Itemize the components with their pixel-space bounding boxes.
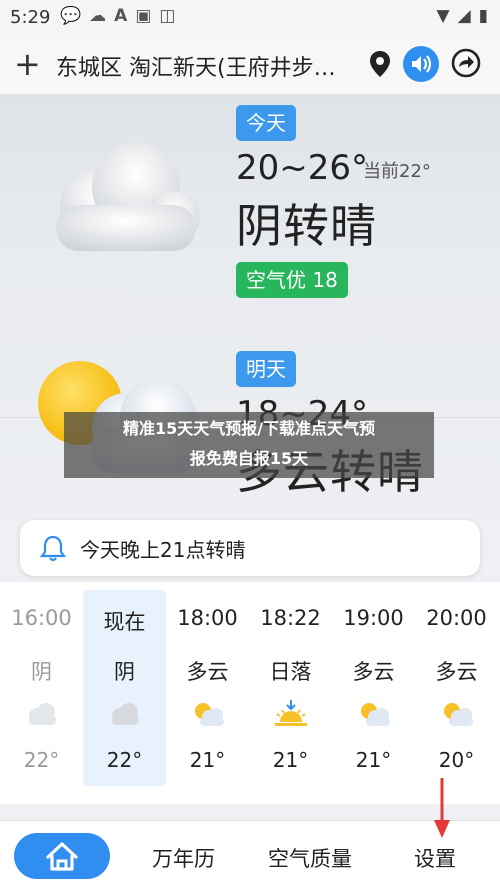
- partly-cloudy-icon: [444, 703, 473, 726]
- add-city-button[interactable]: +: [14, 44, 41, 84]
- cloud-icon: [29, 703, 56, 725]
- today-tag: 今天: [236, 105, 296, 141]
- location-title[interactable]: 东城区 淘汇新天(王府井步…: [56, 50, 356, 82]
- hour-item[interactable]: 18:00 多云 21°: [166, 590, 249, 786]
- a-icon: A: [114, 6, 128, 26]
- cloud-icon: [112, 703, 139, 725]
- arrow-down-icon: [434, 778, 450, 838]
- speaker-icon: [412, 55, 432, 73]
- cloud-icon: ☁: [89, 6, 107, 26]
- signal-icon: ◢: [457, 6, 471, 26]
- promo-banner[interactable]: 精准15天天气预报/下载准点天气预 报免费自报15天: [64, 412, 434, 478]
- tomorrow-tag: 明天: [236, 351, 296, 387]
- bag-icon: ◫: [159, 6, 176, 26]
- hour-item[interactable]: 18:22 日落 21°: [249, 590, 332, 786]
- alert-text: 今天晚上21点转晴: [80, 538, 246, 562]
- aqi-badge[interactable]: 空气优 18: [236, 262, 348, 298]
- chat-icon: 💬: [60, 6, 82, 26]
- weather-alert-card[interactable]: 今天晚上21点转晴: [20, 520, 480, 576]
- wifi-icon: ▼: [436, 6, 450, 26]
- settings-tab[interactable]: 设置: [414, 843, 456, 873]
- status-bar: 5:29 💬 ☁ A ▣ ◫ ▼ ◢ ▮: [0, 0, 500, 36]
- partly-cloudy-icon: [361, 703, 390, 726]
- today-temp-range: 20~26°: [236, 148, 369, 188]
- today-condition: 阴转晴: [236, 199, 377, 253]
- sunset-icon: [275, 700, 307, 726]
- battery-icon: ▮: [478, 6, 488, 26]
- hour-item[interactable]: 20:00 多云 20°: [415, 590, 498, 786]
- hour-item[interactable]: 19:00 多云 21°: [332, 590, 415, 786]
- home-icon: [46, 842, 78, 871]
- air-quality-tab[interactable]: 空气质量: [268, 843, 352, 873]
- hour-item[interactable]: 现在 阴 22°: [83, 590, 166, 786]
- voice-broadcast-button[interactable]: [403, 46, 439, 82]
- location-pin-icon[interactable]: [368, 50, 392, 78]
- home-tab[interactable]: [14, 833, 110, 879]
- partly-cloudy-icon: [195, 703, 224, 726]
- calendar-tab[interactable]: 万年历: [152, 843, 215, 873]
- top-bar: + 东城区 淘汇新天(王府井步…: [0, 36, 500, 95]
- hour-item[interactable]: 16:00 阴 22°: [0, 590, 83, 786]
- bell-icon: [40, 535, 66, 562]
- share-icon[interactable]: [450, 47, 482, 79]
- current-temp: 当前22°: [363, 161, 431, 182]
- cloud-icon: [56, 143, 200, 251]
- status-time: 5:29: [10, 7, 51, 28]
- image-icon: ▣: [135, 6, 152, 26]
- bottom-nav: 万年历 空气质量 设置: [0, 820, 500, 891]
- hourly-forecast[interactable]: 16:00 阴 22° 现在 阴 22° 18:00 多云 21° 18:22 …: [0, 582, 500, 804]
